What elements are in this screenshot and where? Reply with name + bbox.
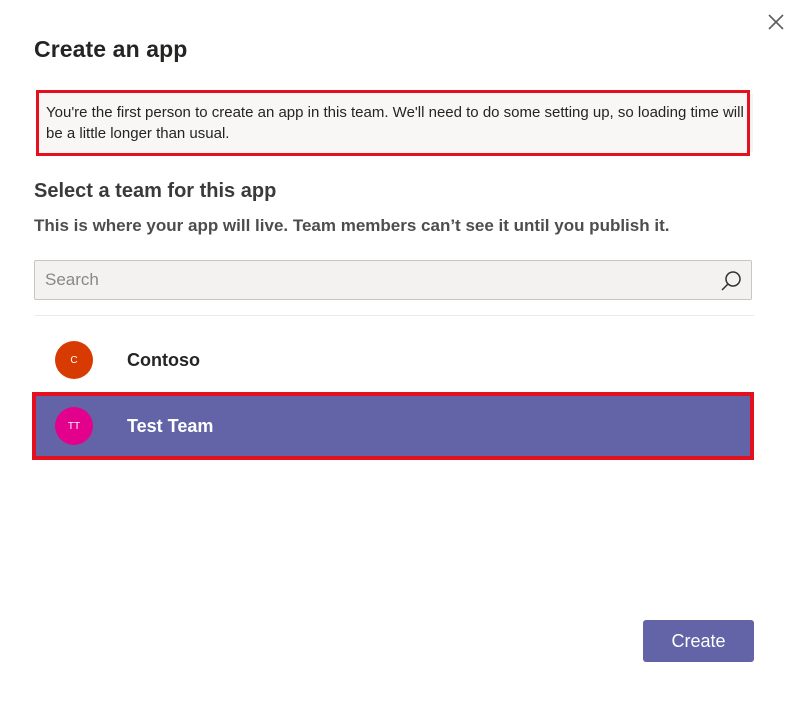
close-icon <box>768 14 784 30</box>
notice-text: You're the first person to create an app… <box>46 104 744 142</box>
search-input[interactable] <box>35 261 705 299</box>
close-button[interactable] <box>764 10 788 34</box>
team-name: Contoso <box>127 350 200 370</box>
team-name: Test Team <box>127 416 214 436</box>
avatar: TT <box>55 407 93 445</box>
team-item-test-team[interactable]: TT Test Team <box>32 392 754 460</box>
section-description: This is where your app will live. Team m… <box>34 216 670 235</box>
create-button[interactable]: Create <box>643 620 754 662</box>
section-title: Select a team for this app <box>34 180 277 202</box>
team-item-contoso[interactable]: C Contoso <box>34 331 752 389</box>
divider <box>34 315 754 316</box>
dialog-title: Create an app <box>34 36 188 62</box>
search-icon[interactable] <box>719 269 743 293</box>
create-app-dialog: Create an app You're the first person to… <box>0 0 808 705</box>
avatar: C <box>55 341 93 379</box>
search-box <box>34 260 752 300</box>
